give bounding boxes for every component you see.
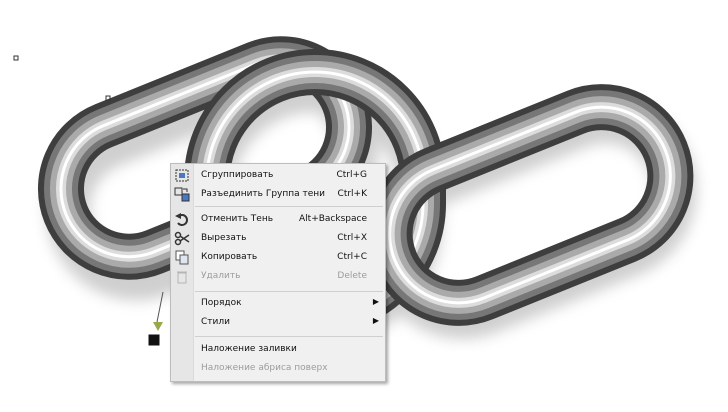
menu-item-label: Стили (201, 317, 230, 327)
menu-item-overprint-fill[interactable]: Наложение заливки (171, 340, 385, 359)
copy-icon (174, 250, 190, 265)
menu-item-cut[interactable]: Вырезать Ctrl+X (171, 229, 385, 248)
scissors-icon (174, 231, 190, 246)
menu-item-shortcut: Ctrl+X (337, 233, 367, 243)
menu-item-shortcut: Delete (337, 271, 367, 281)
menu-item-styles[interactable]: Стили ▶ (171, 313, 385, 332)
menu-item-label: Наложение заливки (201, 344, 297, 354)
menu-item-label: Удалить (201, 271, 241, 281)
group-icon (174, 168, 190, 183)
trash-icon (174, 269, 190, 284)
menu-item-group[interactable]: Сгруппировать Ctrl+G (171, 166, 385, 185)
menu-item-shortcut: Alt+Backspace (299, 214, 367, 224)
menu-item-shortcut: Ctrl+K (337, 189, 367, 199)
submenu-arrow-icon: ▶ (372, 316, 379, 325)
break-apart-icon (174, 187, 190, 202)
menu-item-overprint-outline[interactable]: Наложение абриса поверх (171, 359, 385, 378)
menu-item-label: Наложение абриса поверх (201, 363, 328, 373)
undo-icon (174, 212, 190, 227)
menu-item-label: Разъединить Группа тени (201, 189, 326, 199)
shadow-handle[interactable] (147, 291, 164, 347)
submenu-arrow-icon: ▶ (372, 297, 379, 306)
menu-item-label: Копировать (201, 252, 258, 262)
menu-separator (195, 291, 383, 292)
menu-item-label: Сгруппировать (201, 170, 274, 180)
menu-item-label: Вырезать (201, 233, 247, 243)
menu-item-copy[interactable]: Копировать Ctrl+C (171, 248, 385, 267)
menu-separator (195, 336, 383, 337)
menu-item-label: Порядок (201, 298, 242, 308)
menu-item-break-apart[interactable]: Разъединить Группа тени Ctrl+K (171, 185, 385, 204)
context-menu: Сгруппировать Ctrl+G Разъединить Группа … (170, 163, 386, 382)
menu-item-order[interactable]: Порядок ▶ (171, 294, 385, 313)
menu-item-shortcut: Ctrl+C (337, 252, 367, 262)
menu-separator (195, 206, 383, 207)
menu-item-undo[interactable]: Отменить Тень Alt+Backspace (171, 210, 385, 229)
selection-node[interactable] (13, 55, 19, 61)
menu-item-shortcut: Ctrl+G (336, 170, 367, 180)
menu-item-label: Отменить Тень (201, 214, 274, 224)
menu-item-delete[interactable]: Удалить Delete (171, 267, 385, 286)
